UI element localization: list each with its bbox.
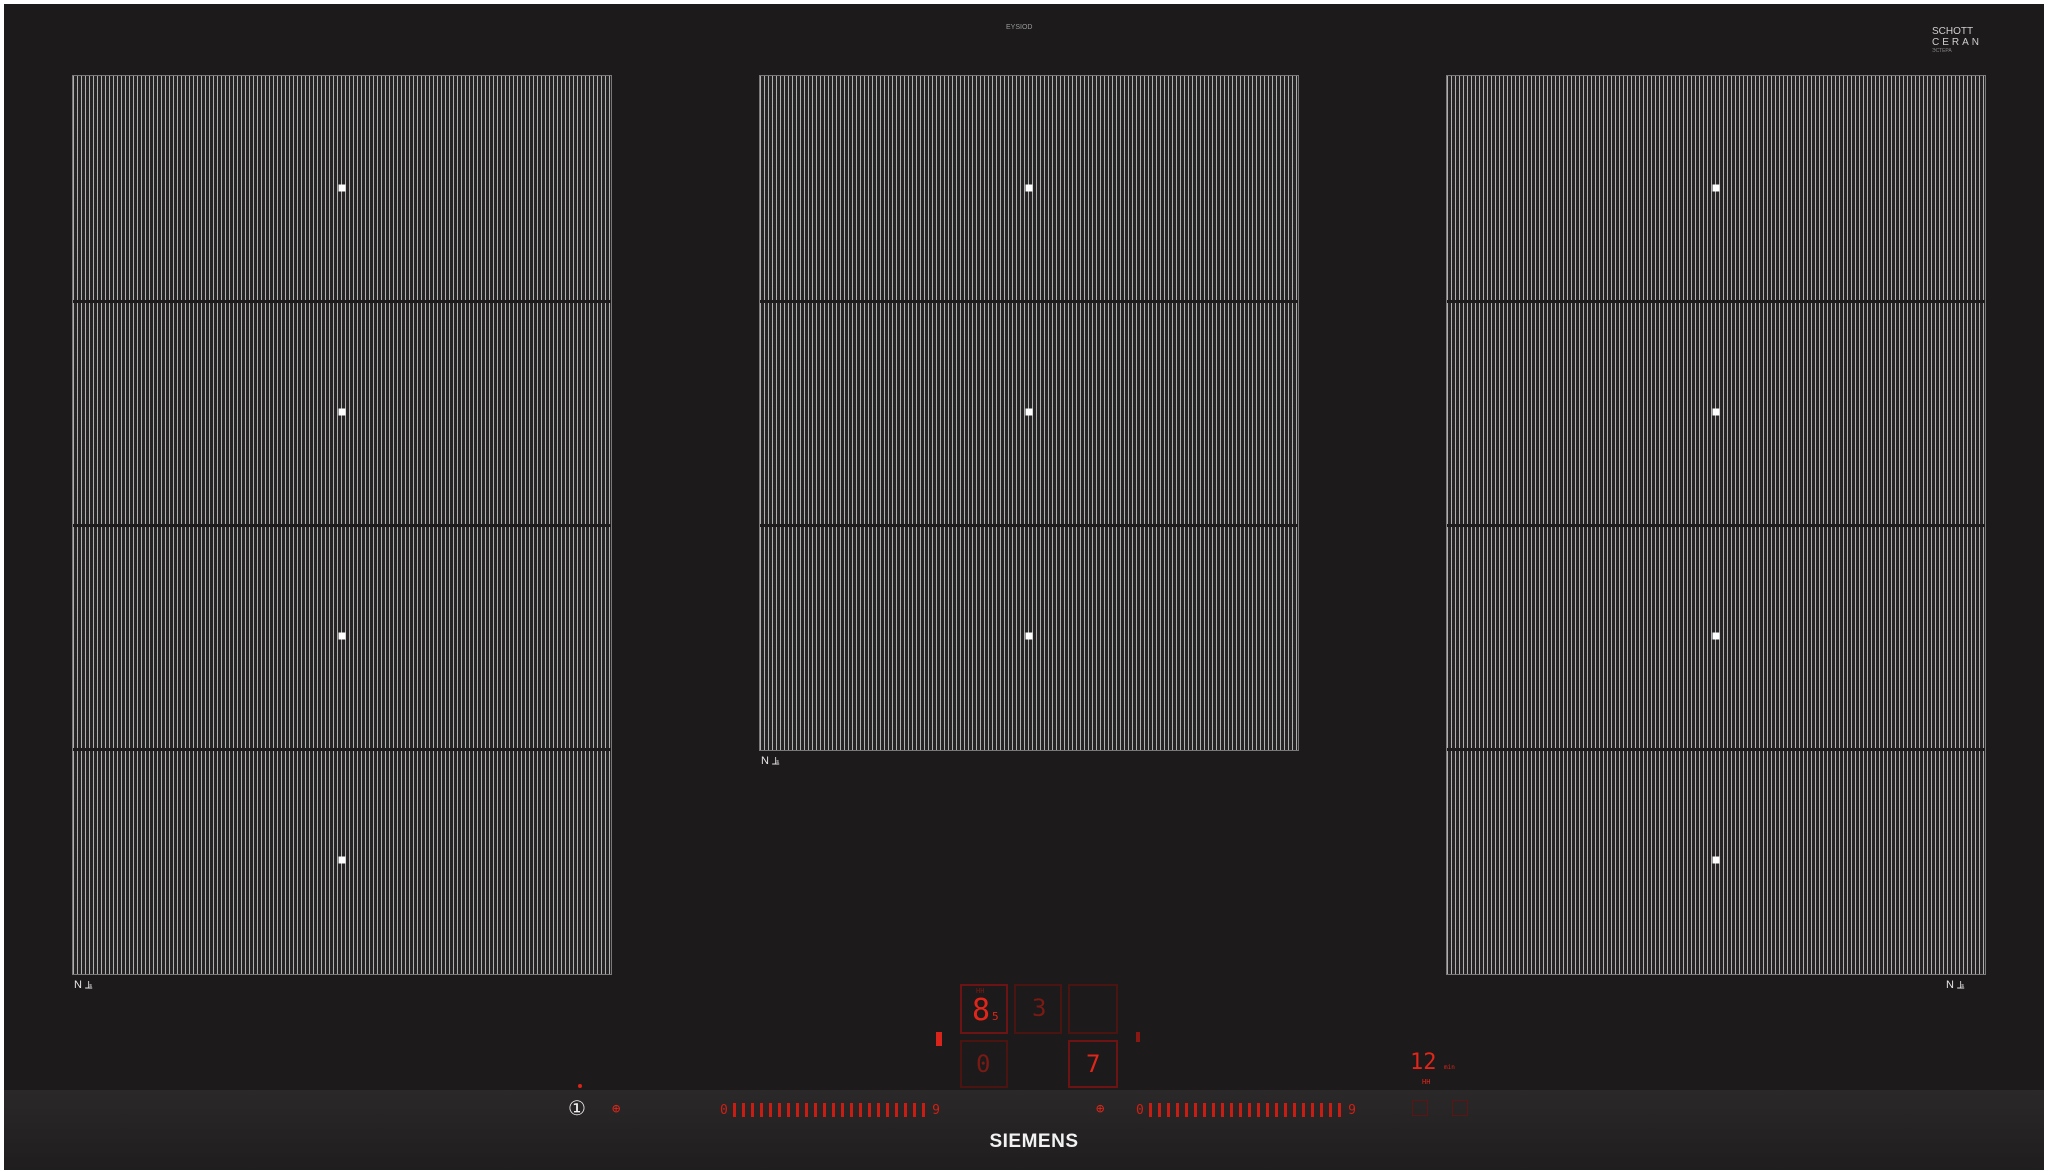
control-strip bbox=[4, 1090, 2044, 1170]
model-label: EYSIOD bbox=[1006, 24, 1033, 31]
zone-marker-center: N ⫡ bbox=[761, 755, 780, 767]
zone-marker-left: N ⫡ bbox=[74, 979, 93, 991]
zone-center-mark bbox=[1025, 408, 1033, 416]
third-display[interactable] bbox=[1068, 984, 1118, 1034]
left-slider-ticks bbox=[732, 1103, 928, 1117]
second-level-display[interactable]: 3 bbox=[1014, 984, 1062, 1034]
lower-left-value: 0 bbox=[976, 1050, 991, 1078]
zone-divider bbox=[1447, 300, 1985, 303]
second-level-value: 3 bbox=[1032, 994, 1047, 1022]
power-button[interactable]: ① bbox=[568, 1096, 586, 1121]
zone-marker-right: N ⫡ bbox=[1946, 979, 1965, 991]
boost-right-button[interactable]: ⊕ bbox=[1096, 1101, 1104, 1117]
lower-right-display[interactable]: 7 bbox=[1068, 1040, 1118, 1088]
timer-display[interactable]: 12 min HH bbox=[1410, 1050, 1470, 1090]
zone-center-mark bbox=[338, 856, 346, 864]
zone-center-mark bbox=[1025, 184, 1033, 192]
main-level-display[interactable]: HH 8 5 bbox=[960, 984, 1008, 1034]
timer-plus-button[interactable] bbox=[1452, 1100, 1468, 1116]
cooking-zone-left[interactable] bbox=[72, 75, 612, 975]
right-indicator bbox=[1136, 1032, 1140, 1042]
schott-ceran-logo: SCHOTT CERAN ЭСТЕРА bbox=[1932, 26, 2012, 54]
zone-divider bbox=[73, 524, 611, 527]
right-slider-end: 9 bbox=[1348, 1102, 1356, 1118]
zone-center-mark bbox=[1712, 408, 1720, 416]
lower-right-value: 7 bbox=[1086, 1050, 1101, 1078]
left-indicator bbox=[936, 1032, 942, 1046]
cooking-zone-center[interactable] bbox=[759, 75, 1299, 751]
zone-divider bbox=[760, 300, 1298, 303]
zone-divider bbox=[73, 300, 611, 303]
zone-center-mark bbox=[1712, 184, 1720, 192]
zone-divider bbox=[760, 524, 1298, 527]
lower-left-display[interactable]: 0 bbox=[960, 1040, 1008, 1088]
ceran-text: CERAN bbox=[1932, 37, 1983, 48]
timer-unit: min bbox=[1444, 1064, 1455, 1071]
right-power-slider[interactable]: 0 9 bbox=[1136, 1102, 1356, 1118]
cooking-zone-right[interactable] bbox=[1446, 75, 1986, 975]
zone-center-mark bbox=[1712, 856, 1720, 864]
right-slider-start: 0 bbox=[1136, 1102, 1144, 1118]
timer-value: 12 bbox=[1410, 1050, 1437, 1075]
timer-minus-button[interactable] bbox=[1412, 1100, 1428, 1116]
left-slider-end: 9 bbox=[932, 1102, 940, 1118]
main-level-value: 8 bbox=[972, 993, 991, 1028]
zone-divider bbox=[1447, 524, 1985, 527]
zone-center-mark bbox=[338, 184, 346, 192]
timer-sub: HH bbox=[1422, 1078, 1431, 1086]
left-power-slider[interactable]: 0 9 bbox=[720, 1102, 940, 1118]
display-panel: HH 8 5 3 0 7 bbox=[960, 984, 1120, 1090]
zone-divider bbox=[1447, 748, 1985, 751]
zone-center-mark bbox=[1712, 632, 1720, 640]
ceran-subtext: ЭСТЕРА bbox=[1932, 48, 1952, 54]
induction-cooktop: EYSIOD SCHOTT CERAN ЭСТЕРА N ⫡ N ⫡ N ⫡ H bbox=[4, 4, 2044, 1170]
main-level-small: 5 bbox=[992, 1010, 999, 1023]
left-slider-start: 0 bbox=[720, 1102, 728, 1118]
power-indicator-dot bbox=[578, 1084, 582, 1088]
zone-center-mark bbox=[338, 632, 346, 640]
schott-text: SCHOTT bbox=[1932, 26, 1974, 37]
zone-center-mark bbox=[338, 408, 346, 416]
boost-left-button[interactable]: ⊕ bbox=[612, 1101, 620, 1117]
zone-center-mark bbox=[1025, 632, 1033, 640]
right-slider-ticks bbox=[1148, 1103, 1344, 1117]
zone-divider bbox=[73, 748, 611, 751]
siemens-logo: SIEMENS bbox=[989, 1131, 1079, 1152]
